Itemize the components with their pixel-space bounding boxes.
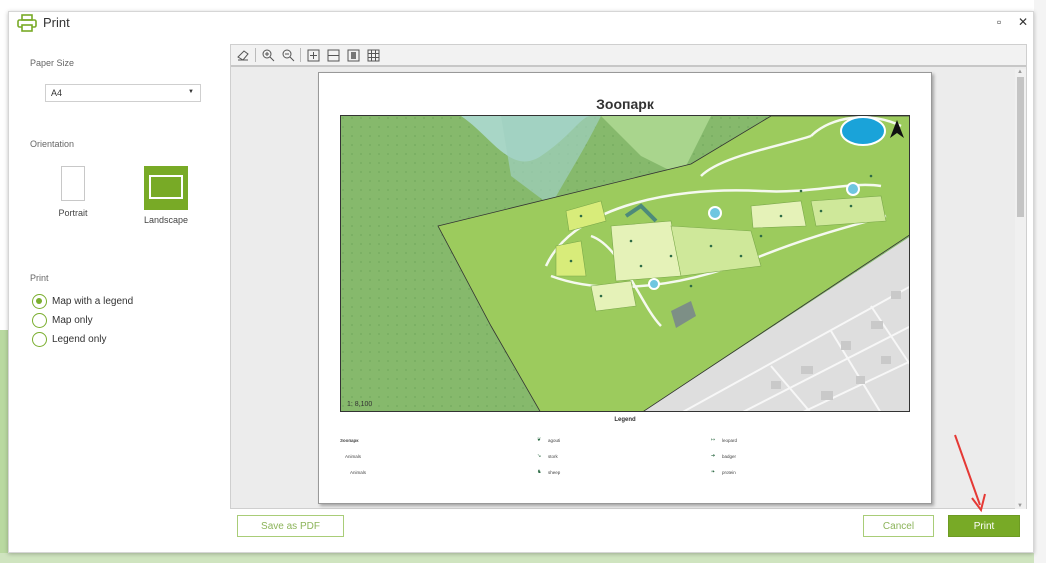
legend-item: ❧ protein [711, 469, 736, 476]
multi-page-icon[interactable] [365, 47, 381, 63]
background-app-strip-bottom [0, 553, 1046, 563]
legend-label: protein [722, 470, 736, 475]
background-app-strip-right [1034, 0, 1046, 563]
zoom-in-icon[interactable] [260, 47, 276, 63]
print-preview-area: Зоопарк 1: 8,100 Legend Зоопарк Animals … [230, 44, 1027, 509]
radio-label: Map with a legend [52, 295, 134, 307]
legend-item: Animals [350, 470, 367, 475]
fit-page-icon[interactable] [305, 47, 321, 63]
scroll-down-icon[interactable]: ▼ [1017, 503, 1023, 509]
legend-label: leopard [722, 438, 738, 443]
cancel-button[interactable]: Cancel [863, 515, 934, 537]
portrait-option[interactable]: Portrait [43, 166, 103, 218]
legend-label: agouti [548, 438, 561, 443]
radio-unselected-icon [32, 331, 47, 347]
paper-size-select[interactable]: A4 ▼ [45, 84, 201, 102]
print-preview-icon[interactable] [235, 47, 251, 63]
annotation-arrow-icon [954, 434, 986, 513]
legend-item: ♞ sheep [537, 469, 561, 476]
map-image: 1: 8,100 [340, 115, 910, 412]
legend-item: ➔ badger [711, 453, 737, 460]
radio-map-with-legend[interactable]: Map with a legend [32, 293, 133, 309]
print-settings-panel: Paper Size A4 ▼ Orientation Portrait Lan… [9, 36, 219, 546]
print-dialog: Print ▫ ✕ Paper Size A4 ▼ Orientation Po… [8, 11, 1034, 553]
single-page-icon[interactable] [345, 47, 361, 63]
close-icon[interactable]: ✕ [1018, 15, 1028, 29]
legend-item: ❦ agouti [537, 437, 561, 444]
legend-item: Animals [345, 454, 362, 459]
maximize-icon[interactable]: ▫ [997, 15, 1001, 29]
title-bar: Print ▫ ✕ [9, 12, 1033, 34]
legend-item: Зоопарк [340, 438, 359, 443]
paper-size-label: Paper Size [30, 58, 75, 68]
map-title: Зоопарк [596, 96, 654, 112]
sheep-icon: ♞ [537, 469, 542, 475]
legend-label: badger [722, 454, 737, 459]
printer-icon [17, 14, 37, 32]
radio-label: Legend only [52, 333, 107, 345]
agouti-icon: ❦ [537, 437, 542, 443]
protein-icon: ❧ [711, 469, 716, 475]
chevron-down-icon: ▼ [188, 89, 194, 95]
scroll-up-icon[interactable]: ▲ [1017, 69, 1023, 75]
preview-toolbar [231, 45, 1026, 67]
orientation-label: Orientation [30, 139, 75, 149]
radio-label: Map only [52, 314, 93, 326]
legend-label: stork [548, 454, 558, 459]
zoo-map-graphic: 1: 8,100 [341, 116, 909, 411]
legend-item: ↦ leopard [711, 437, 738, 444]
preview-scrollbar[interactable]: ▲ ▼ [1015, 69, 1026, 509]
stork-icon: ↘ [537, 453, 542, 459]
fit-width-icon[interactable] [325, 47, 341, 63]
background-app-strip-left [0, 330, 8, 563]
radio-map-only[interactable]: Map only [32, 312, 93, 328]
zoom-out-icon[interactable] [280, 47, 296, 63]
legend-label: sheep [548, 470, 561, 475]
radio-unselected-icon [32, 312, 47, 328]
leopard-icon: ↦ [711, 437, 716, 443]
badger-icon: ➔ [711, 453, 716, 459]
landscape-icon [144, 166, 188, 210]
paper-size-value: A4 [51, 88, 63, 98]
save-as-pdf-button[interactable]: Save as PDF [237, 515, 344, 537]
radio-selected-icon [32, 293, 47, 309]
map-scale: 1: 8,100 [347, 401, 372, 408]
portrait-icon [61, 166, 85, 201]
dialog-title: Print [43, 15, 70, 30]
print-mode-label: Print [30, 273, 49, 283]
landscape-label: Landscape [143, 215, 189, 225]
scrollbar-thumb[interactable] [1017, 77, 1024, 217]
landscape-option[interactable]: Landscape [136, 166, 196, 225]
legend-item: ↘ stork [537, 453, 558, 460]
portrait-label: Portrait [58, 208, 88, 218]
preview-page: Зоопарк 1: 8,100 Legend Зоопарк Animals … [318, 72, 932, 504]
radio-legend-only[interactable]: Legend only [32, 331, 107, 347]
legend-title: Legend [614, 417, 636, 423]
